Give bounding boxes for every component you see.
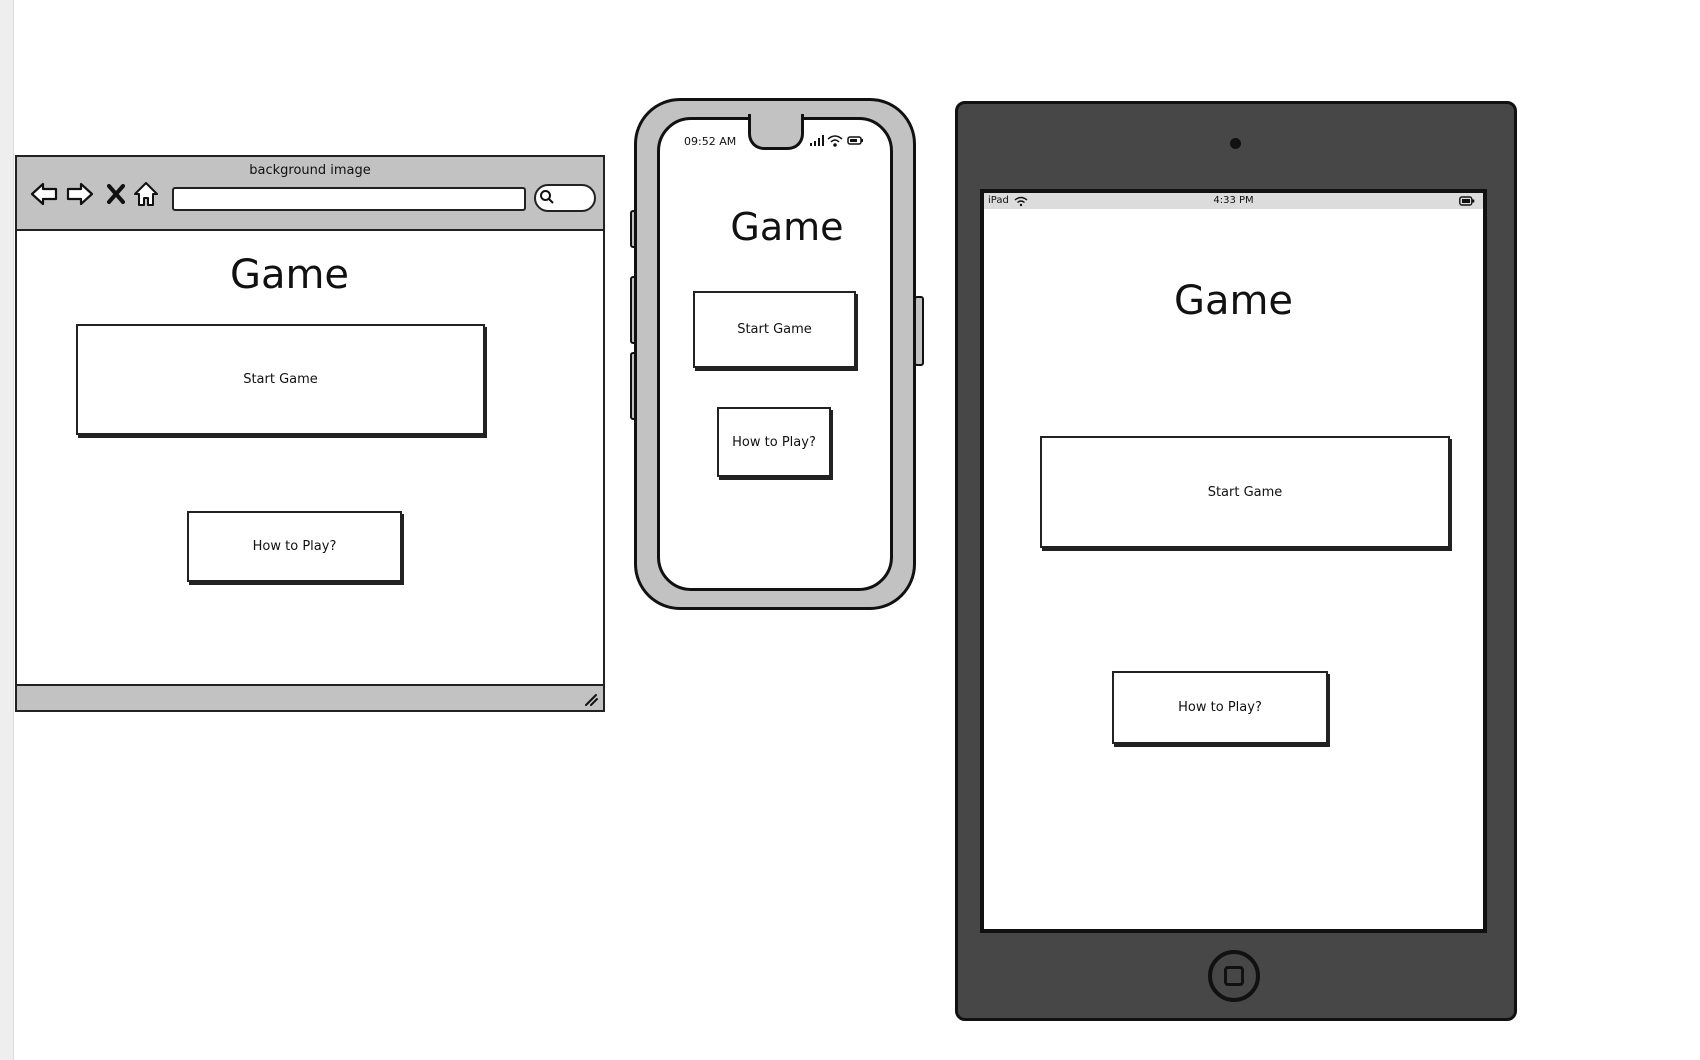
browser-status-bar: [17, 684, 603, 710]
browser-page-title: Game: [229, 252, 350, 298]
browser-toolbar: background image: [17, 157, 603, 231]
search-icon: [540, 190, 554, 204]
forward-arrow-icon[interactable]: [65, 179, 95, 209]
phone-status-icons: [810, 135, 863, 147]
tablet-status-time: 4:33 PM: [1213, 195, 1254, 206]
phone-status-time: 09:52 AM: [684, 135, 737, 148]
tablet-home-button[interactable]: [1208, 950, 1260, 1002]
resize-grip-icon[interactable]: [583, 691, 599, 707]
home-icon[interactable]: [131, 179, 161, 209]
phone-notch: [748, 114, 804, 150]
tablet-status-bar: iPad 4:33 PM: [984, 193, 1483, 209]
browser-how-to-play-button[interactable]: How to Play?: [187, 511, 402, 582]
tablet-start-game-button[interactable]: Start Game: [1040, 436, 1450, 548]
phone-start-game-button[interactable]: Start Game: [693, 291, 856, 368]
phone-how-to-play-button[interactable]: How to Play?: [717, 407, 831, 477]
tablet-how-to-play-button[interactable]: How to Play?: [1112, 671, 1328, 744]
tablet-page-title: Game: [1173, 278, 1294, 324]
wifi-icon: [827, 135, 843, 147]
phone-page-title: Game: [730, 205, 844, 249]
tablet-camera: [1230, 138, 1241, 149]
browser-search-field[interactable]: [534, 184, 596, 212]
back-arrow-icon[interactable]: [29, 179, 59, 209]
signal-icon: [810, 135, 824, 146]
browser-start-game-button[interactable]: Start Game: [76, 324, 485, 435]
tablet-screen: iPad 4:33 PM Game Start Game How to Play…: [980, 189, 1487, 933]
browser-window-mockup: background image Game Start Game How to …: [15, 155, 605, 712]
browser-window-title: background image: [249, 163, 371, 178]
battery-icon: [847, 136, 863, 145]
close-x-icon[interactable]: [101, 179, 131, 209]
address-bar[interactable]: [172, 187, 526, 211]
tablet-battery-icon: [1459, 196, 1475, 206]
home-square-icon: [1224, 966, 1244, 986]
canvas-left-rail: [0, 0, 14, 1060]
